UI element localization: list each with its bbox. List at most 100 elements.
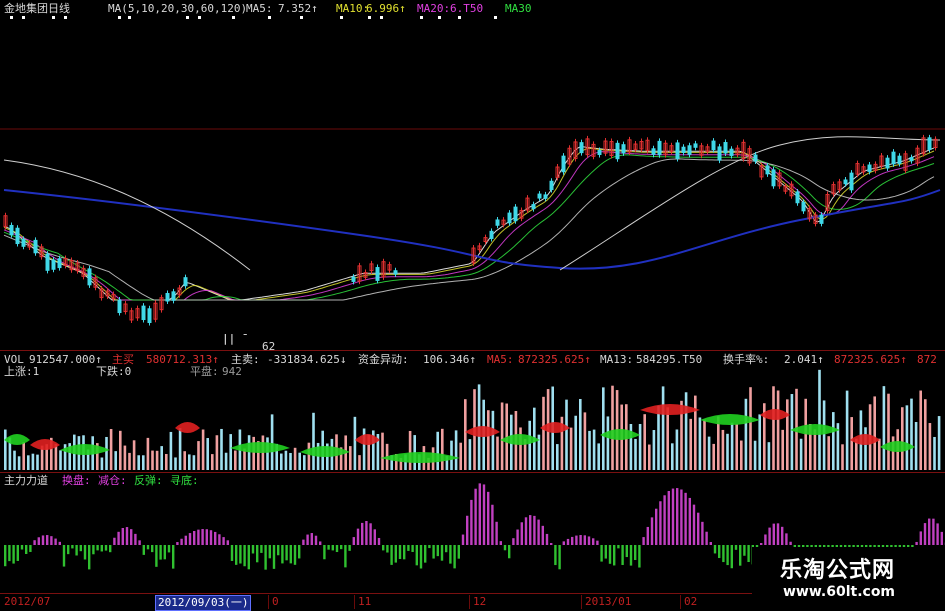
force-bar-positive <box>319 541 321 545</box>
volume-bar <box>32 454 35 470</box>
candle-body <box>10 225 13 234</box>
force-bar-positive <box>130 529 132 545</box>
volume-bar <box>450 441 453 470</box>
force-bar-positive <box>201 529 203 545</box>
force-bar-negative <box>12 545 14 564</box>
volume-bar <box>220 429 223 470</box>
volume-bar <box>492 411 495 470</box>
force-bar-positive <box>214 532 216 545</box>
force-bar-negative <box>332 545 334 550</box>
force-bar-negative <box>420 545 422 569</box>
volume-band <box>60 444 110 455</box>
volume-bar <box>151 451 154 470</box>
volume-bar <box>832 412 835 470</box>
flat-label: 平盘: <box>190 366 219 378</box>
force-bar-positive <box>697 513 699 545</box>
volume-bar <box>381 433 384 470</box>
force-bar-negative <box>92 545 94 554</box>
force-bar-positive <box>311 533 313 545</box>
force-bar-positive <box>46 535 48 545</box>
volume-bar <box>878 439 881 470</box>
force-bar-positive <box>462 535 464 545</box>
header-marker <box>420 16 423 19</box>
volume-bar <box>657 406 660 470</box>
force-bar-negative <box>298 545 300 558</box>
volume-bar <box>749 387 752 470</box>
force-bar-negative <box>281 545 283 563</box>
volume-band <box>175 422 200 433</box>
force-bar-negative <box>609 545 611 564</box>
force-bar-negative <box>344 545 346 567</box>
capital-value: 106.346↑ <box>423 354 476 366</box>
force-bar-positive <box>374 529 376 545</box>
volume-bar <box>791 394 794 470</box>
force-bar-negative <box>411 545 413 552</box>
volume-bar <box>827 436 830 470</box>
force-bar-negative <box>88 545 90 569</box>
candle-body <box>886 158 889 168</box>
kline-chart-window: 金地集团日线 MA(5,10,20,30,60,120) MA5: 7.352↑… <box>0 0 945 609</box>
force-bar-negative <box>264 545 266 570</box>
force-bar-positive <box>369 523 371 545</box>
force-bar-negative <box>735 545 737 550</box>
candle-body <box>514 207 517 221</box>
volume-bar <box>676 430 679 470</box>
force-bar-positive <box>315 536 317 545</box>
candle-body <box>376 268 379 281</box>
header-marker <box>368 16 371 19</box>
volume-bar <box>229 434 232 470</box>
volume-bar <box>459 443 462 470</box>
force-bar-positive <box>680 489 682 545</box>
volume-bar <box>183 451 186 470</box>
volume-bar <box>740 441 743 470</box>
volume-bar <box>174 457 177 470</box>
header-marker <box>300 16 303 19</box>
force-bar-positive <box>546 534 548 545</box>
volume-bar <box>312 413 315 470</box>
volume-bar <box>285 451 288 470</box>
force-bar-negative <box>159 545 161 560</box>
low-price-value: 62 <box>262 341 275 353</box>
force-bar-negative <box>151 545 153 552</box>
turnover-label: 换手率%: <box>723 354 769 366</box>
force-bar-positive <box>306 535 308 545</box>
force-bar-positive <box>928 519 930 545</box>
volume-bar <box>708 437 711 470</box>
volume-bar <box>818 370 821 470</box>
flat-value: 942 <box>222 366 242 378</box>
force-bar-positive <box>579 535 581 545</box>
force-bar-positive <box>474 489 476 545</box>
force-bar-negative <box>294 545 296 565</box>
force-bar-positive <box>659 501 661 545</box>
force-bar-negative <box>17 545 19 561</box>
volume-bar <box>469 439 472 470</box>
volume-bar <box>137 455 140 470</box>
force-bar-positive <box>915 542 917 545</box>
volume-bar <box>101 457 104 470</box>
candle-body <box>718 147 721 160</box>
force-bar-negative <box>340 545 342 549</box>
force-bar-positive <box>491 505 493 545</box>
watermark-title: 乐淘公式网 <box>780 552 895 584</box>
volume-band <box>880 441 915 452</box>
force-bar-negative <box>105 545 107 551</box>
volume-band <box>600 429 640 440</box>
candle-body <box>184 278 187 286</box>
main-sell-value: -331834.625↓ <box>267 354 346 366</box>
force-bar-positive <box>483 484 485 545</box>
force-bar-positive <box>50 536 52 545</box>
force-bar-negative <box>243 545 245 566</box>
volume-bar <box>639 424 642 470</box>
force-bar-negative <box>638 545 640 568</box>
force-bar-positive <box>932 519 934 545</box>
force-bar-positive <box>642 537 644 545</box>
force-bar-positive <box>533 516 535 545</box>
candle-body <box>772 170 775 186</box>
force-bar-negative <box>4 545 6 566</box>
volume-bar <box>579 399 582 470</box>
candle-body <box>688 146 691 155</box>
volume-bar <box>160 446 163 470</box>
force-bar-negative <box>634 545 636 560</box>
force-bar-positive <box>516 530 518 545</box>
force-bar-negative <box>25 545 27 554</box>
